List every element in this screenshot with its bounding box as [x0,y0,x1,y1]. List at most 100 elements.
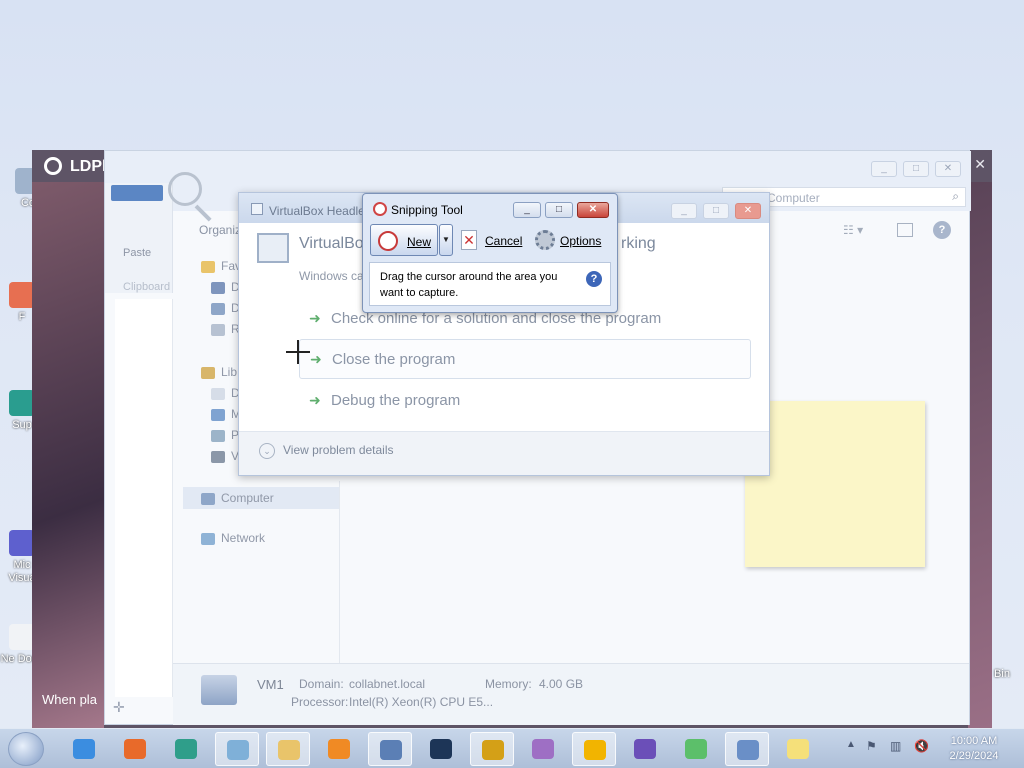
processor-label: Processor: [291,695,349,709]
new-snip-button[interactable]: New [370,224,438,256]
nav-lib-item[interactable]: D [211,386,240,400]
chevron-down-icon[interactable]: ⌄ [259,443,275,459]
close-button[interactable]: ✕ [577,202,609,218]
desktop-icon-label: F [18,311,26,323]
music-icon [211,408,225,421]
downloads-icon [211,302,225,315]
snipping-message-panel: Drag the cursor around the area you want… [369,262,611,306]
close-button[interactable]: ✕ [735,203,761,219]
taskbar-photos-button[interactable] [674,732,718,766]
new-snip-icon [378,231,398,251]
snipping-tool-icon [737,740,759,760]
taskbar-sticky-notes-button[interactable] [776,732,820,766]
dialog-heading: VirtualBo [299,235,364,252]
taskbar-clock[interactable]: 10:00 AM 2/29/2024 [938,734,1010,764]
option-label: Debug the program [331,392,461,409]
nav-fav-item[interactable]: D [211,280,240,294]
taskbar-app-3-button[interactable] [164,732,208,766]
arrow-right-icon: ➜ [309,310,321,326]
desktop-icon [211,281,225,294]
taskbar-steam-button[interactable] [419,732,463,766]
taskbar-app-4-button[interactable] [215,732,259,766]
action-center-flag-icon[interactable]: ⚑ [866,739,880,753]
option-close-program[interactable]: ➜ Close the program [299,339,751,379]
view-problem-details-link[interactable]: View problem details [283,443,394,457]
nav-fav-item[interactable]: R [211,322,240,336]
cancel-button[interactable]: Cancel [485,234,522,248]
option-label: Close the program [332,351,456,368]
pictures-icon [211,429,225,442]
taskbar-firefox-button[interactable] [113,732,157,766]
nav-network[interactable]: Network [201,531,265,545]
search-icon: ⌕ [952,189,959,203]
domain-label: Domain: [299,677,344,691]
computer-name: VM1 [257,677,284,692]
paste-button[interactable]: Paste [123,247,151,259]
chevron-down-icon[interactable]: ▼ [439,224,453,256]
help-icon[interactable]: ? [586,271,602,287]
taskbar-remote-desktop-button[interactable] [368,732,412,766]
file-tab[interactable] [111,185,163,201]
desktop-icon-label: Bin [994,668,1010,680]
close-button[interactable]: ✕ [935,161,961,177]
nav-lib-item[interactable]: V [211,449,239,463]
clock-date: 2/29/2024 [949,750,999,762]
new-snip-label: New [407,235,432,249]
ldplayer-close-button[interactable]: ✕ [974,156,986,173]
firefox-icon [124,739,146,759]
network-tray-icon[interactable]: ▥ [890,739,904,753]
memory-value: 4.00 GB [539,677,584,691]
help-icon[interactable]: ? [933,221,951,239]
taskbar-paint-button[interactable] [521,732,565,766]
move-handle-icon[interactable]: ✛ [113,699,125,716]
arrow-right-icon: ➜ [310,351,322,367]
option-debug-program[interactable]: ➜ Debug the program [299,381,751,421]
minimize-button[interactable]: _ [513,202,541,218]
minimize-button[interactable]: _ [671,203,697,219]
remote-desktop-icon [380,740,402,760]
library-icon [201,366,215,379]
cancel-icon[interactable]: ✕ [461,230,477,250]
dialog-title: VirtualBox Headle [269,204,365,218]
clock-time: 10:00 AM [950,735,998,747]
volume-muted-icon[interactable]: 🔇 [914,739,929,753]
options-button[interactable]: Options [560,234,601,248]
sticky-notes-icon [787,739,809,759]
maximize-button[interactable]: □ [903,161,929,177]
nav-lib-item[interactable]: M [211,407,241,421]
taskbar-internet-explorer-button[interactable] [62,732,106,766]
organize-menu[interactable]: Organiz [199,223,241,237]
snipping-window-controls: _ □ ✕ [509,202,609,218]
search-placeholder: Computer [767,191,820,205]
taskbar-app-9-button[interactable] [470,732,514,766]
paint-icon [532,739,554,759]
maximize-button[interactable]: □ [545,202,573,218]
taskbar-snipping-tool-button[interactable] [725,732,769,766]
media-player-icon [328,739,350,759]
recent-places-icon [211,323,225,336]
preview-pane-icon[interactable] [897,223,913,237]
nav-lib-item[interactable]: P [211,428,239,442]
snipping-tool-title: Snipping Tool [391,203,463,217]
minimize-button[interactable]: _ [871,161,897,177]
show-hidden-icons-icon[interactable]: ▲ [846,739,860,753]
nav-libraries[interactable]: Lib [201,365,237,379]
nav-computer[interactable]: Computer [183,487,339,509]
taskbar: ▲ ⚑ ▥ 🔇 10:00 AM 2/29/2024 [0,728,1024,768]
nav-fav-item[interactable]: D [211,301,240,315]
system-tray: ▲ ⚑ ▥ 🔇 [842,739,934,759]
nav-label: Lib [221,365,238,379]
gear-icon[interactable] [535,230,555,250]
taskbar-file-explorer-button[interactable] [266,732,310,766]
app-9-icon [482,740,504,760]
maximize-button[interactable]: □ [703,203,729,219]
clipboard-group-label: Clipboard [123,281,171,293]
taskbar-app-12-button[interactable] [623,732,667,766]
nav-favorites[interactable]: Fav [201,259,241,273]
view-options-icon[interactable]: ☷ ▾ [843,223,863,237]
scissors-icon [373,202,387,216]
taskbar-ldplayer-button[interactable] [572,732,616,766]
sticky-note[interactable] [745,401,925,567]
taskbar-media-player-button[interactable] [317,732,361,766]
start-button[interactable] [8,732,44,766]
